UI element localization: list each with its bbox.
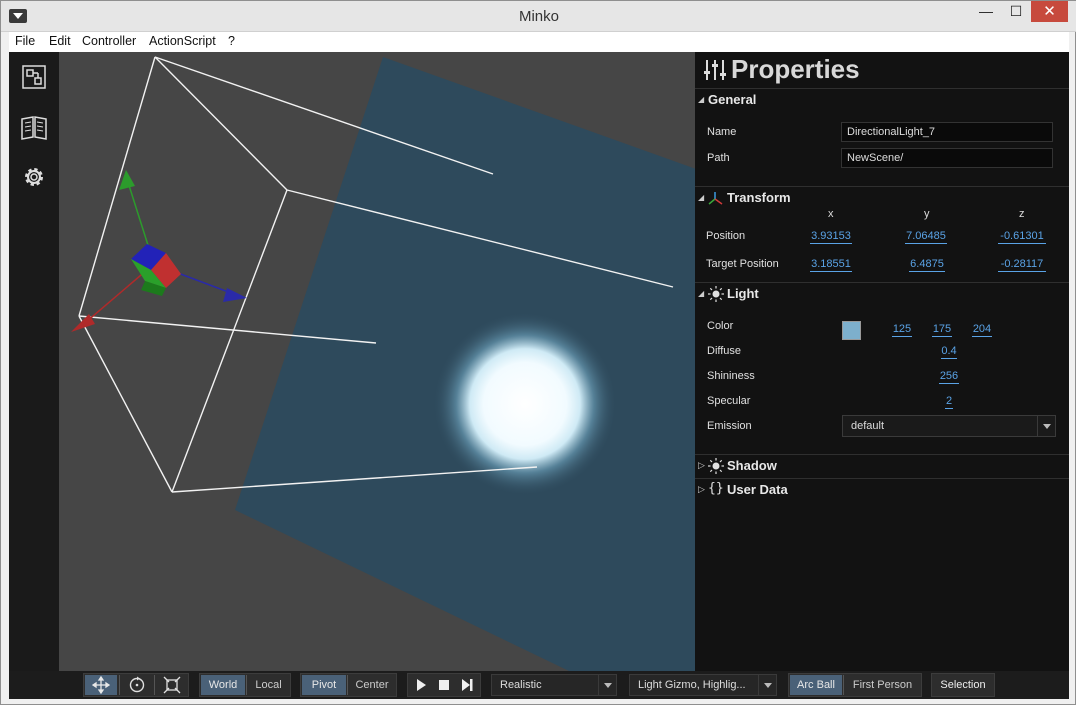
section-shadow[interactable]: ▷ Shadow	[695, 454, 1069, 476]
title-bar: Minko — ☐ ✕	[1, 1, 1076, 32]
sliders-icon	[703, 58, 727, 87]
expanded-arrow-icon: ◢	[698, 193, 705, 202]
rotate-icon	[129, 676, 145, 693]
diffuse-value[interactable]: 0.4	[941, 345, 957, 359]
target-position-x[interactable]: 3.18551	[810, 258, 852, 272]
collapsed-arrow-icon: ▷	[698, 460, 705, 470]
menu-bar: File Edit Controller ActionScript ?	[9, 32, 1069, 52]
workspace: Properties ◢ General Name DirectionalLig…	[9, 52, 1069, 671]
chevron-down-icon	[1037, 416, 1055, 436]
render-mode-dropdown[interactable]: Realistic	[491, 674, 617, 696]
section-transform[interactable]: ◢ Transform	[695, 186, 1069, 208]
shininess-value[interactable]: 256	[939, 370, 959, 384]
path-field[interactable]: NewScene/	[841, 148, 1053, 168]
color-swatch[interactable]	[842, 321, 861, 340]
name-field[interactable]: DirectionalLight_7	[841, 122, 1053, 142]
bottom-toolbar: World Local Pivot Center Realistic Light…	[9, 671, 1069, 699]
properties-title: Properties	[731, 54, 860, 84]
first-person-button[interactable]: First Person	[844, 675, 921, 695]
color-r[interactable]: 125	[892, 323, 912, 337]
scene-tree-icon[interactable]	[19, 62, 49, 92]
path-label: Path	[707, 152, 730, 164]
maximize-button[interactable]: ☐	[1001, 1, 1031, 22]
settings-icon[interactable]	[19, 162, 49, 192]
lightbulb-icon	[708, 286, 724, 307]
position-y[interactable]: 7.06485	[905, 230, 947, 244]
selection-button[interactable]: Selection	[933, 675, 993, 695]
expanded-arrow-icon: ◢	[698, 289, 705, 298]
menu-edit[interactable]: Edit	[49, 34, 71, 48]
translate-tool-button[interactable]	[85, 675, 117, 695]
coordinate-space-toggle: World Local	[199, 673, 291, 697]
app-window: Minko — ☐ ✕ File Edit Controller ActionS…	[0, 0, 1076, 705]
3d-viewport[interactable]	[59, 52, 695, 671]
play-icon[interactable]	[410, 675, 432, 695]
step-forward-icon[interactable]	[456, 675, 478, 695]
color-b[interactable]: 204	[972, 323, 992, 337]
axis-x-label: x	[828, 208, 834, 220]
position-label: Position	[706, 230, 746, 242]
pivot-button[interactable]: Pivot	[302, 675, 346, 695]
target-position-label: Target Position	[706, 258, 779, 270]
arc-ball-button[interactable]: Arc Ball	[790, 675, 842, 695]
section-general[interactable]: ◢ General	[695, 88, 1069, 110]
position-x[interactable]: 3.93153	[810, 230, 852, 244]
specular-label: Specular	[707, 395, 751, 407]
pivot-toggle: Pivot Center	[300, 673, 397, 697]
shininess-label: Shininess	[707, 370, 755, 382]
section-user-data[interactable]: ▷ {} User Data	[695, 478, 1069, 500]
expanded-arrow-icon: ◢	[698, 95, 705, 104]
properties-panel: Properties ◢ General Name DirectionalLig…	[695, 52, 1069, 671]
library-icon[interactable]	[19, 112, 49, 142]
name-label: Name	[707, 126, 737, 138]
menu-controller[interactable]: Controller	[82, 34, 136, 48]
scale-tool-button[interactable]	[156, 675, 188, 695]
scale-icon	[163, 676, 181, 694]
local-button[interactable]: Local	[247, 675, 290, 695]
left-toolbar	[9, 52, 59, 671]
emission-dropdown[interactable]: default	[842, 415, 1056, 437]
axis-y-label: y	[924, 208, 930, 220]
transform-tools	[83, 673, 189, 697]
color-label: Color	[707, 320, 734, 332]
lightbulb-icon	[708, 458, 724, 479]
menu-actionscript[interactable]: ActionScript	[149, 34, 216, 48]
move-arrows-icon	[91, 675, 111, 695]
center-button[interactable]: Center	[348, 675, 396, 695]
axis-z-label: z	[1019, 208, 1025, 220]
menu-file[interactable]: File	[15, 34, 35, 48]
stop-icon[interactable]	[433, 675, 455, 695]
chevron-down-icon	[598, 675, 616, 695]
world-button[interactable]: World	[201, 675, 245, 695]
menu-help[interactable]: ?	[228, 34, 235, 48]
specular-value[interactable]: 2	[945, 395, 953, 409]
gizmo-mode-dropdown[interactable]: Light Gizmo, Highlig...	[629, 674, 777, 696]
diffuse-label: Diffuse	[707, 345, 742, 357]
minimize-button[interactable]: —	[971, 1, 1001, 22]
axes-icon	[707, 190, 723, 211]
section-light[interactable]: ◢ Light	[695, 282, 1069, 304]
braces-icon: {}	[708, 481, 724, 496]
target-position-y[interactable]: 6.4875	[909, 258, 945, 272]
playback-controls	[407, 673, 481, 697]
rotate-tool-button[interactable]	[121, 675, 153, 695]
collapsed-arrow-icon: ▷	[698, 484, 705, 494]
selection-group: Selection	[931, 673, 995, 697]
window-title: Minko	[518, 8, 559, 25]
position-z[interactable]: -0.61301	[998, 230, 1046, 244]
chevron-down-icon	[758, 675, 776, 695]
target-position-z[interactable]: -0.28117	[998, 258, 1046, 272]
close-button[interactable]: ✕	[1031, 1, 1068, 22]
color-g[interactable]: 175	[932, 323, 952, 337]
camera-mode-toggle: Arc Ball First Person	[788, 673, 922, 697]
emission-label: Emission	[707, 420, 752, 432]
